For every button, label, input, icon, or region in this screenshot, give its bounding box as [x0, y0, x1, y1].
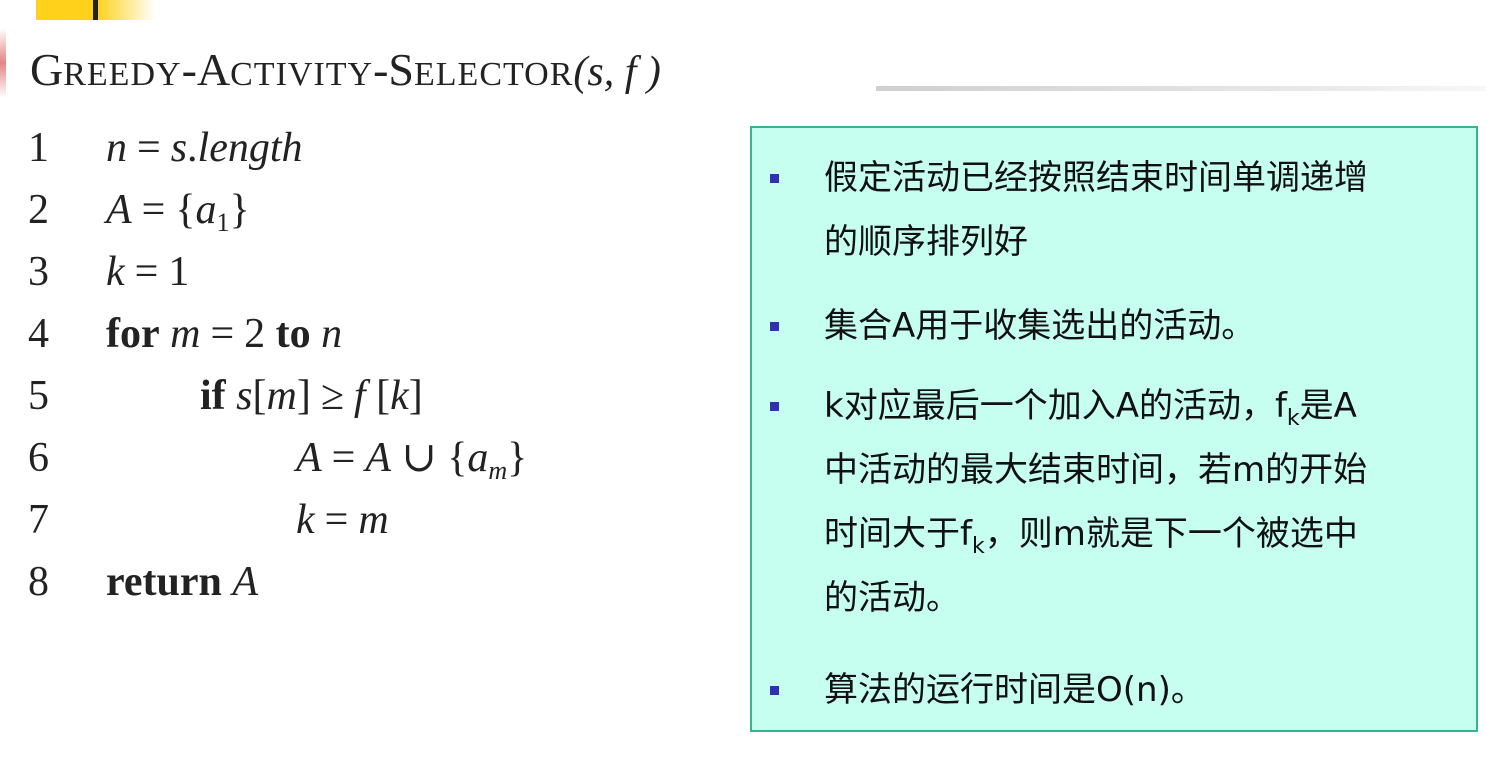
- statement: return A: [106, 559, 259, 605]
- statement: A = {a1}: [106, 187, 250, 237]
- title-divider: [876, 86, 1486, 91]
- line-number: 4: [28, 311, 49, 357]
- line-number: 3: [28, 249, 49, 295]
- line-number: 6: [28, 435, 49, 481]
- bullet-icon: [770, 402, 779, 411]
- bullet-icon: [770, 174, 779, 183]
- statement: for m = 2 to n: [106, 311, 343, 357]
- top-accent-decoration: [36, 0, 96, 20]
- line-number: 7: [28, 497, 49, 543]
- statement: k = m: [296, 497, 389, 543]
- line-number: 2: [28, 187, 49, 233]
- title-part: CTIVITY: [230, 56, 374, 93]
- note-text: 算法的运行时间是O(n)。: [824, 670, 1205, 710]
- note-text: k对应最后一个加入A的活动，fk是A 中活动的最大结束时间，若m的开始 时间大于…: [824, 386, 1368, 618]
- note-text: 假定活动已经按照结束时间单调递增 的顺序排列好: [824, 158, 1368, 262]
- title-char: A: [196, 44, 231, 95]
- note-text: 集合A用于收集选出的活动。: [824, 306, 1256, 346]
- bullet-icon: [770, 322, 779, 331]
- title-char: S: [388, 44, 415, 95]
- notes-box: 假定活动已经按照结束时间单调递增 的顺序排列好 集合A用于收集选出的活动。 k对…: [750, 126, 1478, 732]
- title-part: ELECTOR: [414, 56, 574, 93]
- algorithm-title: GREEDY-ACTIVITY-SELECTOR(s, f ): [30, 40, 661, 100]
- top-accent-fade: [96, 0, 156, 20]
- statement: if s[m] ≥ f [k]: [200, 373, 423, 419]
- line-number: 1: [28, 125, 49, 171]
- statement: k = 1: [106, 249, 190, 295]
- line-number: 5: [28, 373, 49, 419]
- title-dash: -: [373, 44, 389, 95]
- title-args: (s, f ): [573, 49, 661, 95]
- bullet-icon: [770, 686, 779, 695]
- title-dash: -: [181, 44, 197, 95]
- statement: n = s.length: [106, 125, 303, 171]
- title-part: REEDY: [63, 56, 182, 93]
- statement: A = A ∪ {am}: [296, 435, 528, 485]
- title-char: G: [30, 44, 64, 95]
- left-accent-decoration: [0, 28, 6, 98]
- line-number: 8: [28, 559, 49, 605]
- top-accent-bar: [93, 0, 98, 20]
